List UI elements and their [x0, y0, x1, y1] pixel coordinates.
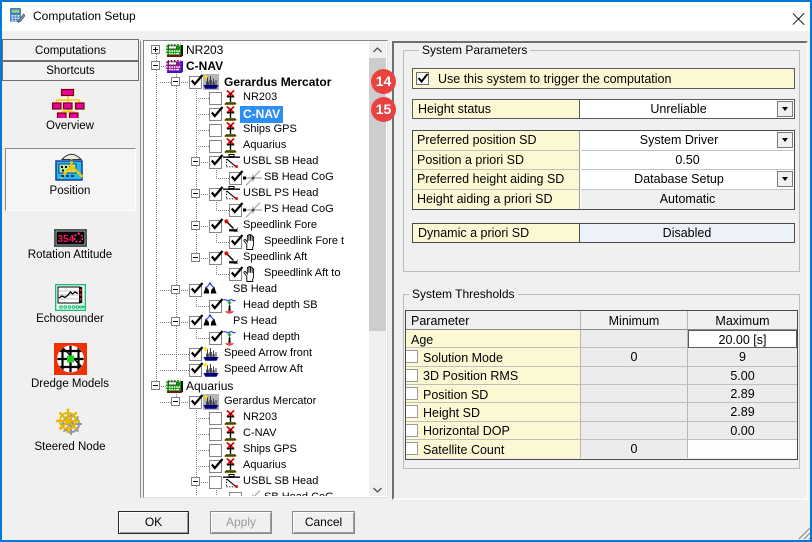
- svg-text:354: 354: [58, 234, 75, 245]
